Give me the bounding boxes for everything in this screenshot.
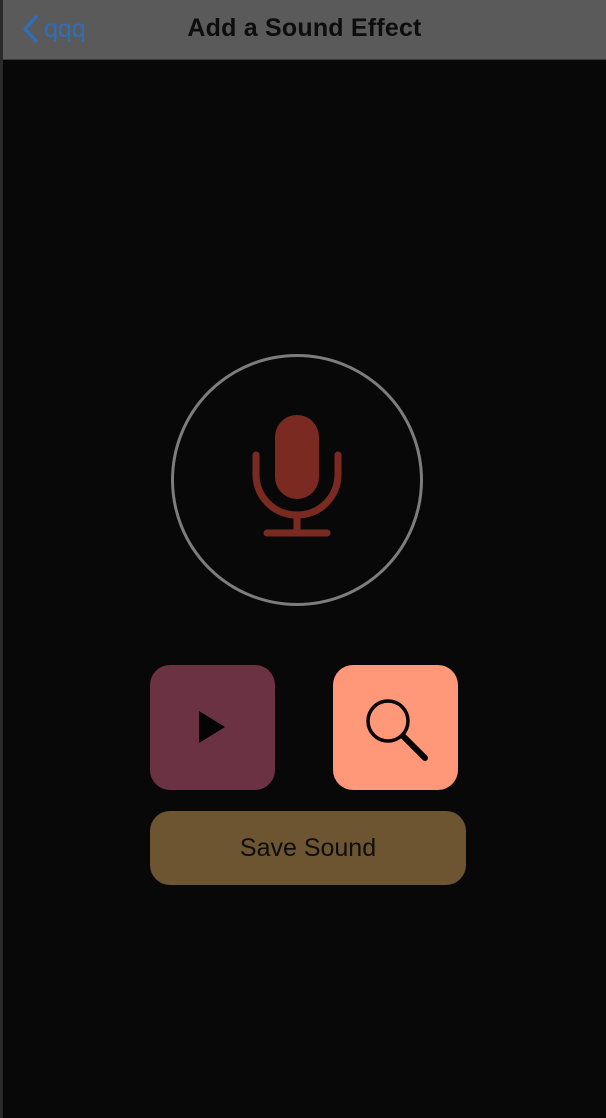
play-icon <box>199 711 225 743</box>
sound-effect-screen: qqq Add a Sound Effect Save Sound <box>0 0 606 1118</box>
microphone-icon <box>252 415 342 537</box>
magnifier-icon <box>366 699 428 761</box>
save-sound-button[interactable]: Save Sound <box>150 811 466 885</box>
navigation-bar: qqq Add a Sound Effect <box>3 0 606 60</box>
page-title: Add a Sound Effect <box>187 14 422 42</box>
record-button[interactable] <box>171 354 423 606</box>
play-button[interactable] <box>150 665 275 790</box>
search-sound-button[interactable] <box>333 665 458 790</box>
screen-edge <box>0 0 3 1118</box>
